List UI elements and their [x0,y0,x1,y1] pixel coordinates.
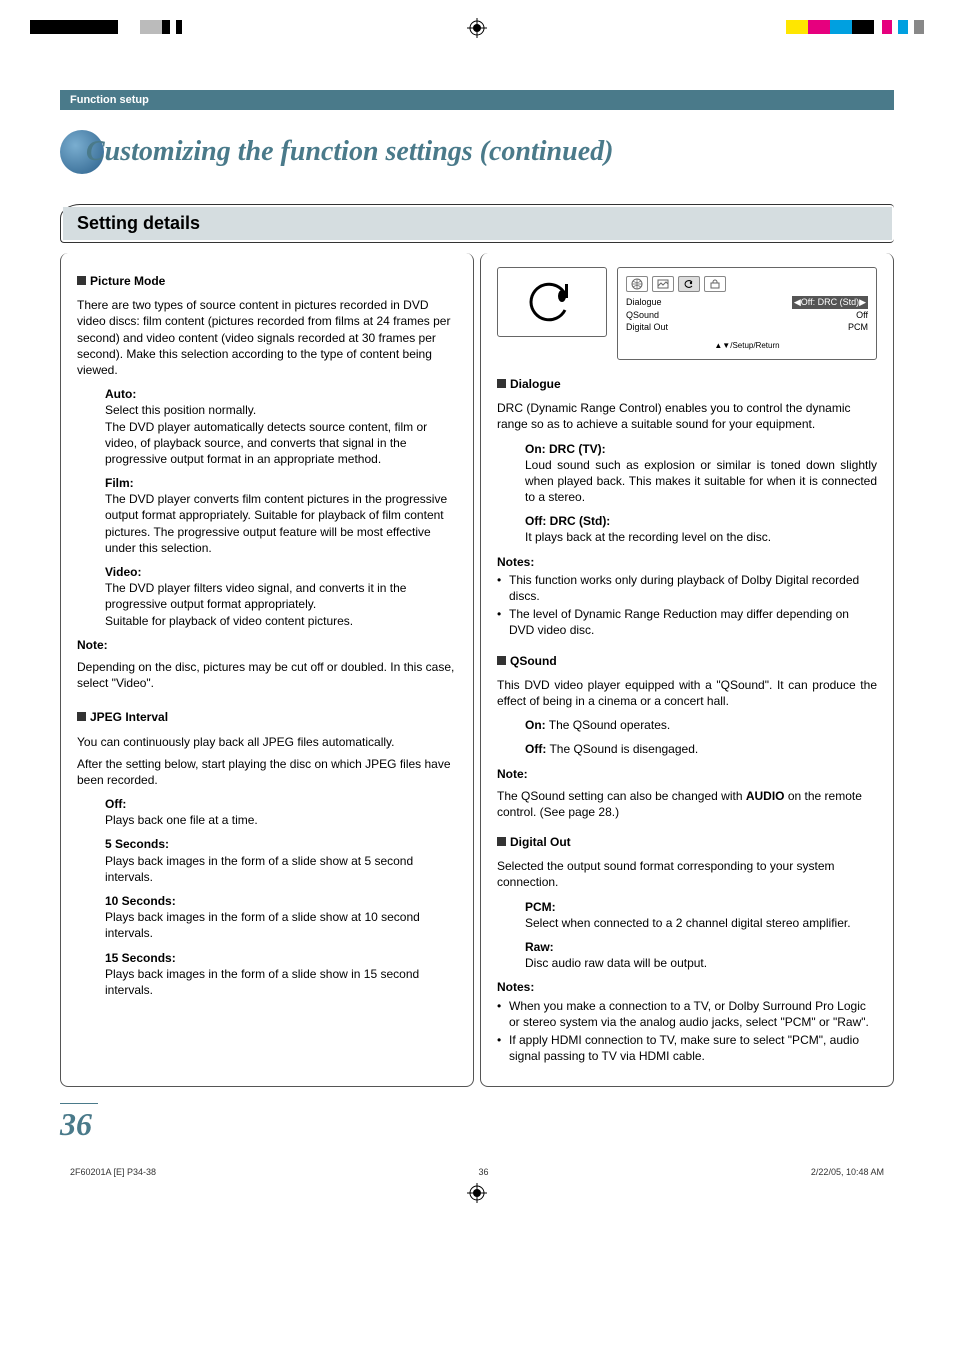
color-bars-left [30,20,182,34]
qsound-heading: QSound [497,653,877,669]
note-item: The level of Dynamic Range Reduction may… [497,606,877,638]
audio-category-icon [497,267,607,337]
square-bullet-icon [497,837,506,846]
picture-mode-note-title: Note: [77,637,457,653]
dialogue-on: On: DRC (TV): Loud sound such as explosi… [525,441,877,506]
digital-notes-list: When you make a connection to a TV, or D… [497,998,877,1065]
language-tab-icon [626,276,648,292]
digital-raw: Raw: Disc audio raw data will be output. [525,939,877,971]
dialogue-notes-title: Notes: [497,554,877,570]
footer-page: 36 [478,1167,488,1177]
jpeg-5s: 5 Seconds: Plays back images in the form… [105,836,457,885]
page-title-row: Customizing the function settings (conti… [60,130,894,174]
jpeg-15s: 15 Seconds: Plays back images in the for… [105,950,457,999]
menu-row: Dialogue◀Off: DRC (Std)▶ [626,296,868,309]
note-item: If apply HDMI connection to TV, make sur… [497,1032,877,1064]
picture-tab-icon [652,276,674,292]
menu-preview: Dialogue◀Off: DRC (Std)▶QSoundOffDigital… [497,267,877,360]
picture-mode-video: Video: The DVD player filters video sign… [105,564,457,629]
square-bullet-icon [77,276,86,285]
footer-meta: 2F60201A [E] P34-38 36 2/22/05, 10:48 AM [60,1167,894,1177]
jpeg-intro1: You can continuously play back all JPEG … [77,734,457,750]
footer-filename: 2F60201A [E] P34-38 [70,1167,156,1177]
color-bars-right [786,20,924,34]
jpeg-10s: 10 Seconds: Plays back images in the for… [105,893,457,942]
registration-mark-bottom [60,1183,894,1206]
note-item: This function works only during playback… [497,572,877,604]
dialogue-intro: DRC (Dynamic Range Control) enables you … [497,400,877,432]
jpeg-heading: JPEG Interval [77,709,457,725]
menu-row: QSoundOff [626,309,868,322]
qsound-intro: This DVD video player equipped with a "Q… [497,677,877,709]
footer-timestamp: 2/22/05, 10:48 AM [811,1167,884,1177]
qsound-note-title: Note: [497,766,877,782]
menu-screen: Dialogue◀Off: DRC (Std)▶QSoundOffDigital… [617,267,877,360]
note-item: When you make a connection to a TV, or D… [497,998,877,1030]
dialogue-off: Off: DRC (Std): It plays back at the rec… [525,513,877,545]
page-title: Customizing the function settings (conti… [86,136,613,168]
qsound-note: The QSound setting can also be changed w… [497,788,877,820]
audio-tab-icon [678,276,700,292]
picture-mode-auto: Auto: Select this position normally. The… [105,386,457,467]
dialogue-heading: Dialogue [497,376,877,392]
registration-mark-icon [467,18,487,38]
setting-details-heading: Setting details [60,204,894,243]
picture-mode-intro: There are two types of source content in… [77,297,457,378]
square-bullet-icon [497,656,506,665]
digital-pcm: PCM: Select when connected to a 2 channe… [525,899,877,931]
jpeg-intro2: After the setting below, start playing t… [77,756,457,788]
right-column: Dialogue◀Off: DRC (Std)▶QSoundOffDigital… [480,253,894,1087]
menu-tabs [626,276,868,292]
dialogue-notes-list: This function works only during playback… [497,572,877,639]
menu-row: Digital OutPCM [626,321,868,334]
page-content: Function setup Customizing the function … [0,50,954,1226]
section-label: Function setup [60,90,894,110]
picture-mode-heading: Picture Mode [77,273,457,289]
square-bullet-icon [77,712,86,721]
qsound-on: On: The QSound operates. [525,717,877,733]
digital-intro: Selected the output sound format corresp… [497,858,877,890]
menu-footer: ▲▼/Setup/Return [626,340,868,351]
square-bullet-icon [497,379,506,388]
digital-notes-title: Notes: [497,979,877,995]
registration-mark-icon [467,1183,487,1203]
parental-tab-icon [704,276,726,292]
qsound-off: Off: The QSound is disengaged. [525,741,877,757]
left-column: Picture Mode There are two types of sour… [60,253,474,1087]
picture-mode-film: Film: The DVD player converts film conte… [105,475,457,556]
picture-mode-note: Depending on the disc, pictures may be c… [77,659,457,691]
jpeg-off: Off: Plays back one file at a time. [105,796,457,828]
page-number: 36 [60,1103,98,1143]
digital-out-heading: Digital Out [497,834,877,850]
printer-marks-top [0,0,954,50]
